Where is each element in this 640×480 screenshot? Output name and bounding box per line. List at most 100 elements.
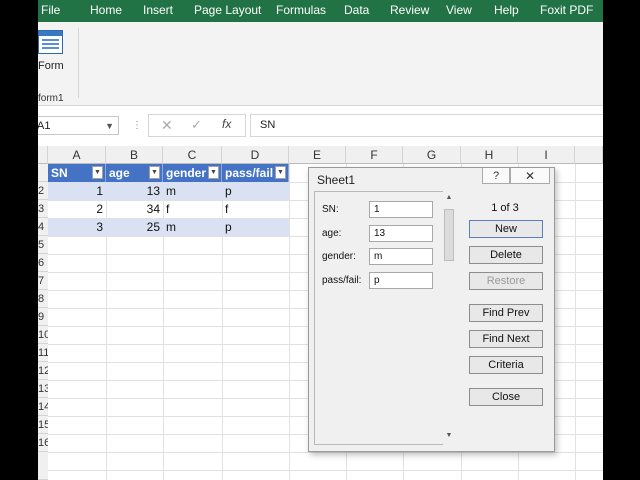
row-header[interactable] bbox=[38, 452, 48, 480]
criteria-button[interactable]: Criteria bbox=[469, 356, 543, 374]
column-header-b[interactable]: B bbox=[106, 146, 163, 164]
gender-field[interactable]: m bbox=[369, 248, 433, 265]
restore-button[interactable]: Restore bbox=[469, 272, 543, 290]
table-cell[interactable]: 34 bbox=[106, 200, 163, 218]
row-header[interactable]: 6 bbox=[38, 254, 48, 272]
menu-view[interactable]: View bbox=[446, 3, 472, 17]
close-button[interactable]: Close bbox=[469, 388, 543, 406]
name-box[interactable]: A1 ▼ bbox=[38, 116, 119, 135]
new-button[interactable]: New bbox=[469, 220, 543, 238]
fields-panel: SN: 1 age: 13 gender: m pass/fail: p bbox=[314, 191, 454, 445]
filter-dropdown-icon[interactable]: ▼ bbox=[149, 166, 160, 179]
right-letterbox bbox=[603, 0, 640, 480]
dialog-title: Sheet1 bbox=[317, 173, 356, 187]
table-cell[interactable]: m bbox=[163, 182, 222, 200]
row-header[interactable]: 9 bbox=[38, 308, 48, 326]
record-scrollbar[interactable]: ▲ ▼ bbox=[443, 191, 455, 445]
table-cell[interactable]: 25 bbox=[106, 218, 163, 236]
left-letterbox bbox=[0, 0, 38, 480]
column-header-c[interactable]: C bbox=[163, 146, 222, 164]
menu-formulas[interactable]: Formulas bbox=[276, 3, 326, 17]
row-header[interactable]: 3 bbox=[38, 200, 48, 218]
menu-data[interactable]: Data bbox=[344, 3, 369, 17]
column-header-e[interactable]: E bbox=[289, 146, 346, 164]
table-header-age[interactable]: age ▼ bbox=[106, 164, 163, 182]
ribbon: Form form1 bbox=[38, 22, 603, 106]
delete-button[interactable]: Delete bbox=[469, 246, 543, 264]
row-header[interactable]: 16 bbox=[38, 434, 48, 452]
close-icon[interactable]: ✕ bbox=[510, 168, 550, 184]
row-header[interactable]: 8 bbox=[38, 290, 48, 308]
row-header[interactable]: 2 bbox=[38, 182, 48, 200]
table-cell[interactable]: m bbox=[163, 218, 222, 236]
filter-dropdown-icon[interactable]: ▼ bbox=[92, 166, 103, 179]
column-header-d[interactable]: D bbox=[222, 146, 289, 164]
table-header-pass-fail[interactable]: pass/fail ▼ bbox=[222, 164, 289, 182]
menu-home[interactable]: Home bbox=[90, 3, 122, 17]
table-cell[interactable]: 2 bbox=[48, 200, 106, 218]
scroll-thumb[interactable] bbox=[444, 209, 454, 261]
filter-dropdown-icon[interactable]: ▼ bbox=[208, 166, 219, 179]
insert-function-icon[interactable]: fx bbox=[222, 117, 231, 131]
table-cell[interactable]: p bbox=[222, 218, 289, 236]
row-header[interactable]: 14 bbox=[38, 398, 48, 416]
find-prev-button[interactable]: Find Prev bbox=[469, 304, 543, 322]
table-cell[interactable]: p bbox=[222, 182, 289, 200]
field-label-gender: gender: bbox=[322, 251, 356, 262]
find-next-button[interactable]: Find Next bbox=[469, 330, 543, 348]
ribbon-group-label: form1 bbox=[38, 93, 64, 104]
column-header-f[interactable]: F bbox=[346, 146, 403, 164]
menu-review[interactable]: Review bbox=[390, 3, 429, 17]
table-header-label: pass/fail bbox=[225, 166, 274, 180]
menu-foxit-pdf[interactable]: Foxit PDF bbox=[540, 3, 593, 17]
check-icon[interactable]: ✓ bbox=[191, 117, 202, 133]
row-header[interactable]: 15 bbox=[38, 416, 48, 434]
table-header-sn[interactable]: SN ▼ bbox=[48, 164, 106, 182]
formula-buttons: ✕ ✓ fx bbox=[148, 114, 246, 137]
pass-fail-field[interactable]: p bbox=[369, 272, 433, 289]
row-header[interactable]: 12 bbox=[38, 362, 48, 380]
column-header-g[interactable]: G bbox=[403, 146, 461, 164]
age-field[interactable]: 13 bbox=[369, 225, 433, 242]
row-header-1[interactable] bbox=[38, 164, 48, 182]
table-header-gender[interactable]: gender ▼ bbox=[163, 164, 222, 182]
row-header[interactable]: 4 bbox=[38, 218, 48, 236]
column-header-a[interactable]: A bbox=[48, 146, 106, 164]
table-header-label: SN bbox=[51, 166, 68, 180]
scroll-down-icon[interactable]: ▼ bbox=[443, 429, 455, 443]
chevron-down-icon[interactable]: ▼ bbox=[105, 117, 114, 136]
menu-page-layout[interactable]: Page Layout bbox=[194, 3, 261, 17]
column-header-h[interactable]: H bbox=[461, 146, 518, 164]
menu-insert[interactable]: Insert bbox=[143, 3, 173, 17]
filter-dropdown-icon[interactable]: ▼ bbox=[275, 166, 286, 179]
table-cell[interactable]: 1 bbox=[48, 182, 106, 200]
row-header[interactable]: 10 bbox=[38, 326, 48, 344]
sn-field[interactable]: 1 bbox=[369, 201, 433, 218]
form-icon[interactable] bbox=[38, 30, 63, 54]
name-box-value: A1 bbox=[38, 120, 51, 132]
scroll-up-icon[interactable]: ▲ bbox=[443, 191, 455, 205]
table-cell[interactable]: f bbox=[222, 200, 289, 218]
menu-file[interactable]: File bbox=[41, 3, 60, 17]
field-label-pass-fail: pass/fail: bbox=[322, 275, 362, 286]
select-all-corner[interactable] bbox=[38, 146, 48, 164]
formula-input[interactable]: SN bbox=[250, 114, 603, 137]
cancel-icon[interactable]: ✕ bbox=[161, 117, 173, 134]
column-header-next[interactable] bbox=[575, 146, 603, 164]
row-header[interactable]: 7 bbox=[38, 272, 48, 290]
menu-bar: File Home Insert Page Layout Formulas Da… bbox=[38, 0, 603, 22]
table-cell[interactable]: 13 bbox=[106, 182, 163, 200]
data-form-dialog: Sheet1 ? ✕ SN: 1 age: 13 gender: m pass/… bbox=[308, 167, 555, 452]
help-icon[interactable]: ? bbox=[482, 168, 510, 184]
row-header[interactable]: 5 bbox=[38, 236, 48, 254]
form-button-label[interactable]: Form bbox=[38, 60, 64, 72]
menu-help[interactable]: Help bbox=[494, 3, 519, 17]
field-label-age: age: bbox=[322, 228, 342, 239]
column-header-i[interactable]: I bbox=[518, 146, 575, 164]
table-cell[interactable]: f bbox=[163, 200, 222, 218]
formula-bar: A1 ▼ ⋮ ✕ ✓ fx SN bbox=[38, 110, 603, 142]
row-header[interactable]: 13 bbox=[38, 380, 48, 398]
row-header[interactable]: 11 bbox=[38, 344, 48, 362]
table-header-label: age bbox=[109, 166, 130, 180]
table-cell[interactable]: 3 bbox=[48, 218, 106, 236]
